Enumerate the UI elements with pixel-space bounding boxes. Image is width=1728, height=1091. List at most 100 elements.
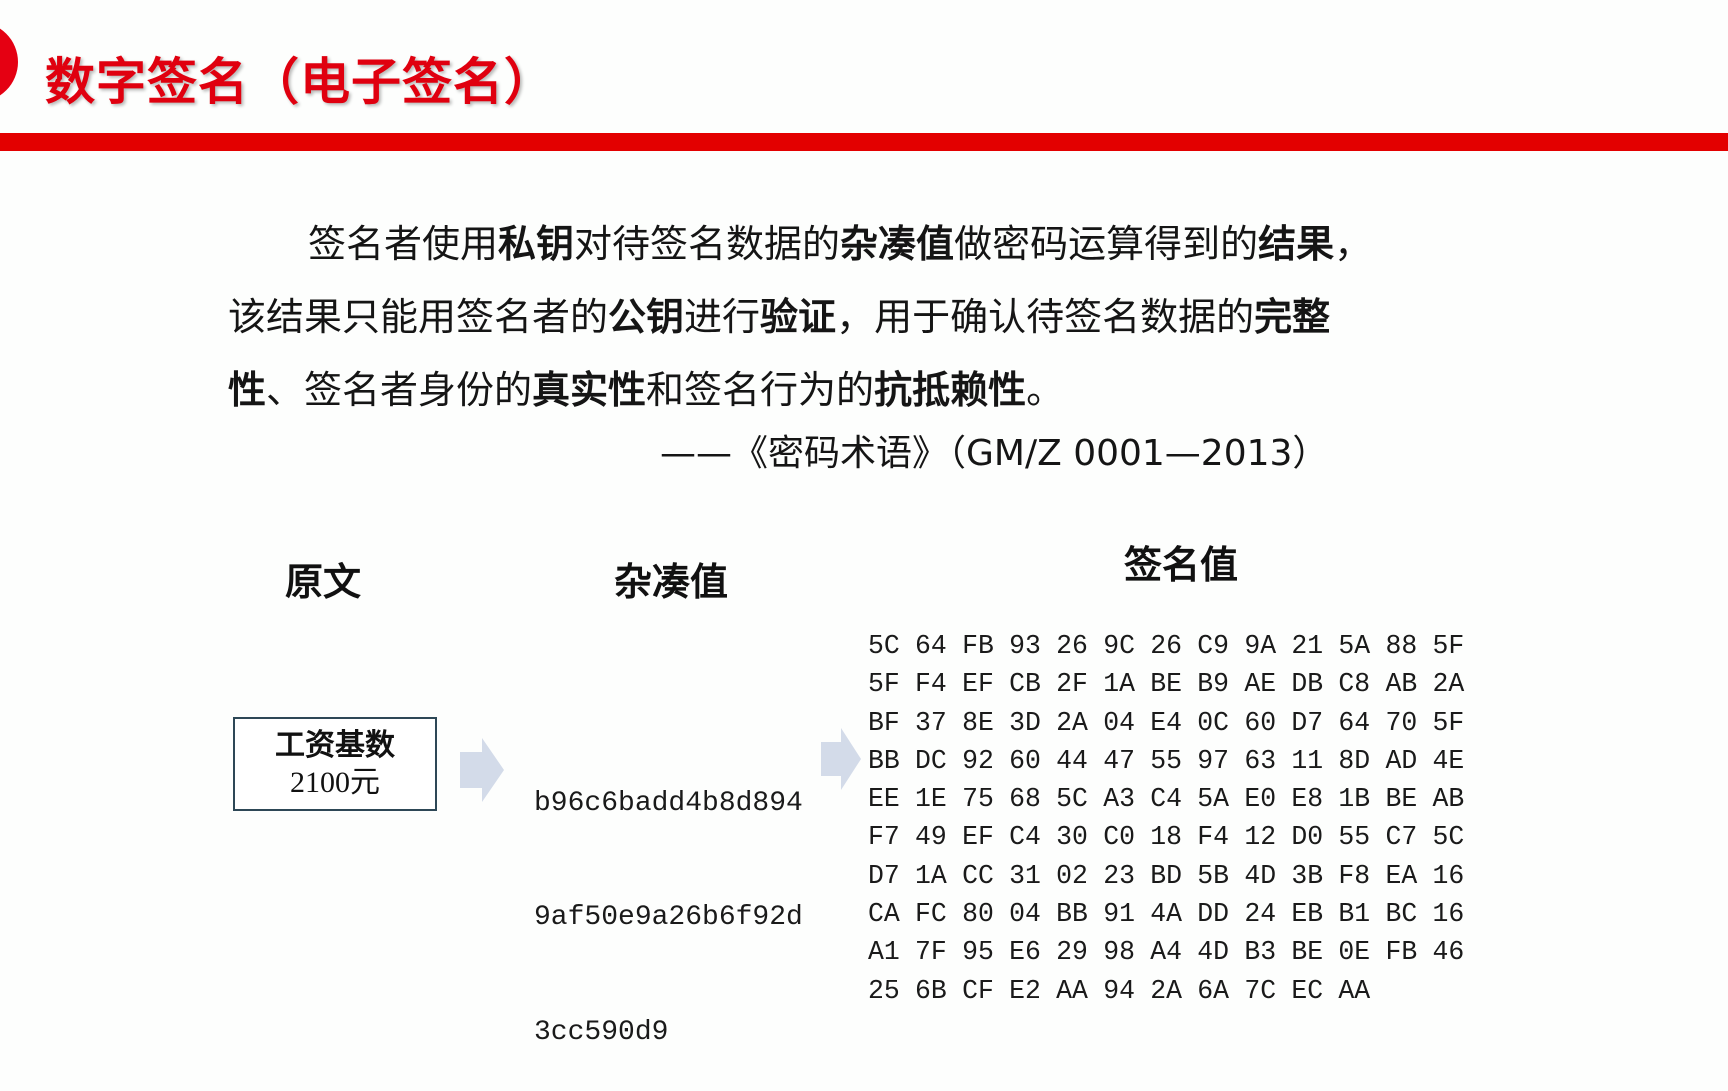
signature-byte: 6A	[1197, 976, 1230, 1007]
signature-byte: DB	[1291, 670, 1324, 701]
definition-text: 。	[1026, 368, 1065, 412]
signature-byte: 97	[1197, 746, 1230, 777]
signature-row: F7 49 EF C4 30 C0 18 F4 12 D0 55 C7 5C	[868, 819, 1480, 857]
definition-text: ，用于确认待签名数据的	[836, 295, 1255, 339]
definition-text: 该结果只能用签名者的	[228, 295, 609, 339]
signature-byte: FC	[915, 900, 947, 931]
signature-byte: C7	[1385, 823, 1418, 854]
hash-value-text: b96c6badd4b8d894 9af50e9a26b6f92d 3cc590…	[534, 708, 803, 1091]
definition-text: 进行	[684, 295, 761, 339]
signature-byte: 21	[1291, 632, 1324, 662]
definition-text: 、签名者身份的	[266, 368, 533, 412]
signature-byte: 26	[1056, 632, 1088, 662]
signature-byte: D7	[868, 861, 900, 892]
definition-keyword: 性	[228, 368, 267, 412]
signature-byte: 26	[1150, 632, 1182, 662]
signature-byte: 12	[1244, 823, 1277, 854]
signature-byte: 75	[962, 785, 994, 816]
signature-byte: 4D	[1197, 938, 1230, 969]
signature-byte: CF	[962, 976, 994, 1007]
signature-byte: BB	[1056, 900, 1088, 931]
definition-keyword: 验证	[760, 295, 837, 339]
signature-byte: BE	[1291, 938, 1324, 969]
original-text-box: 工资基数 2100元	[233, 717, 437, 811]
hash-line: b96c6badd4b8d894	[534, 787, 803, 819]
signature-byte: 29	[1056, 938, 1088, 969]
signature-byte: AA	[1338, 976, 1371, 1007]
signature-byte: C0	[1103, 823, 1135, 854]
signature-row: D7 1A CC 31 02 23 BD 5B 4D 3B F8 EA 16	[868, 858, 1480, 896]
signature-byte: 7C	[1244, 976, 1277, 1007]
signature-byte: EA	[1385, 861, 1418, 892]
signature-byte: A3	[1103, 785, 1135, 816]
signature-byte: 92	[962, 746, 994, 777]
signature-byte: C8	[1338, 670, 1371, 701]
signature-byte: AB	[1432, 785, 1465, 816]
signature-byte: 44	[1056, 746, 1088, 777]
signature-byte: 3B	[1291, 861, 1324, 892]
signature-byte: AE	[1244, 670, 1277, 701]
signature-byte: 25	[868, 976, 900, 1007]
signature-row: 25 6B CF E2 AA 94 2A 6A 7C EC AA	[868, 973, 1480, 1011]
signature-byte: 64	[915, 632, 947, 662]
definition-citation: ——《密码术语》（GM/Z 0001—2013）	[660, 433, 1329, 474]
signature-byte: 0E	[1338, 938, 1371, 969]
title-divider-bar	[0, 133, 1728, 151]
signature-row: CA FC 80 04 BB 91 4A DD 24 EB B1 BC 16	[868, 896, 1480, 934]
signature-byte: 23	[1103, 861, 1135, 892]
signature-byte: 5C	[1056, 785, 1088, 816]
definition-line: 签名者使用私钥对待签名数据的杂凑值做密码运算得到的结果，	[228, 208, 1428, 281]
signature-row: BB DC 92 60 44 47 55 97 63 11 8D AD 4E	[868, 743, 1480, 781]
signature-byte: 6B	[915, 976, 947, 1007]
signature-byte: EE	[868, 785, 900, 816]
hash-line: 9af50e9a26b6f92d	[534, 902, 803, 934]
signature-byte: 94	[1103, 976, 1135, 1007]
signature-byte: F4	[1197, 823, 1230, 854]
definition-keyword: 完整	[1254, 295, 1331, 339]
signature-byte: AD	[1385, 746, 1418, 777]
signature-byte: 5F	[1432, 708, 1465, 739]
signature-byte: AB	[1385, 670, 1418, 701]
signature-byte: E4	[1150, 708, 1182, 739]
signature-value-block: 5C 64 FB 93 26 9C 26 C9 9A 21 5A 88 5F 5F F4 EF CB 2F 1A BE…	[868, 628, 1480, 1011]
signature-byte: AA	[1056, 976, 1088, 1007]
signature-byte: 2F	[1056, 670, 1088, 701]
signature-byte: 8E	[962, 708, 994, 739]
heading-original-text: 原文	[285, 560, 362, 604]
signature-row: A1 7F 95 E6 29 98 A4 4D B3 BE 0E FB 46	[868, 934, 1480, 972]
signature-byte: EF	[962, 823, 994, 854]
heading-hash-value: 杂凑值	[614, 560, 729, 604]
definition-text: 做密码运算得到的	[954, 222, 1259, 266]
original-text-label: 工资基数	[275, 728, 395, 763]
signature-byte: 04	[1009, 900, 1041, 931]
definition-text: 签名者使用	[308, 222, 499, 266]
signature-byte: 47	[1103, 746, 1135, 777]
definition-keyword: 结果	[1258, 222, 1335, 266]
signature-byte: 2A	[1150, 976, 1182, 1007]
signature-byte: 18	[1150, 823, 1182, 854]
signature-byte: 63	[1244, 746, 1277, 777]
signature-byte: E2	[1009, 976, 1041, 1007]
definition-keyword: 公钥	[608, 295, 685, 339]
signature-byte: F8	[1338, 861, 1371, 892]
signature-byte: A1	[868, 938, 900, 969]
signature-byte: 24	[1244, 900, 1277, 931]
definition-keyword: 私钥	[498, 222, 575, 266]
definition-keyword: 真实性	[532, 368, 647, 412]
signature-row: EE 1E 75 68 5C A3 C4 5A E0 E8 1B BE AB	[868, 781, 1480, 819]
signature-byte: 70	[1385, 708, 1418, 739]
arrow-right-icon	[460, 738, 504, 802]
signature-byte: B3	[1244, 938, 1277, 969]
definition-paragraph: 签名者使用私钥对待签名数据的杂凑值做密码运算得到的结果， 该结果只能用签名者的公…	[228, 208, 1428, 427]
arrow-right-icon	[821, 728, 861, 790]
heading-signature-value: 签名值	[1124, 543, 1239, 587]
signature-byte: 16	[1432, 900, 1465, 931]
signature-byte: 91	[1103, 900, 1135, 931]
slide-title: 数字签名（电子签名）	[45, 53, 555, 111]
signature-byte: EF	[962, 670, 994, 701]
signature-byte: 60	[1244, 708, 1277, 739]
signature-byte: CB	[1009, 670, 1041, 701]
signature-byte: 4D	[1244, 861, 1277, 892]
signature-byte: 2A	[1056, 708, 1088, 739]
definition-text: 和签名行为的	[646, 368, 875, 412]
